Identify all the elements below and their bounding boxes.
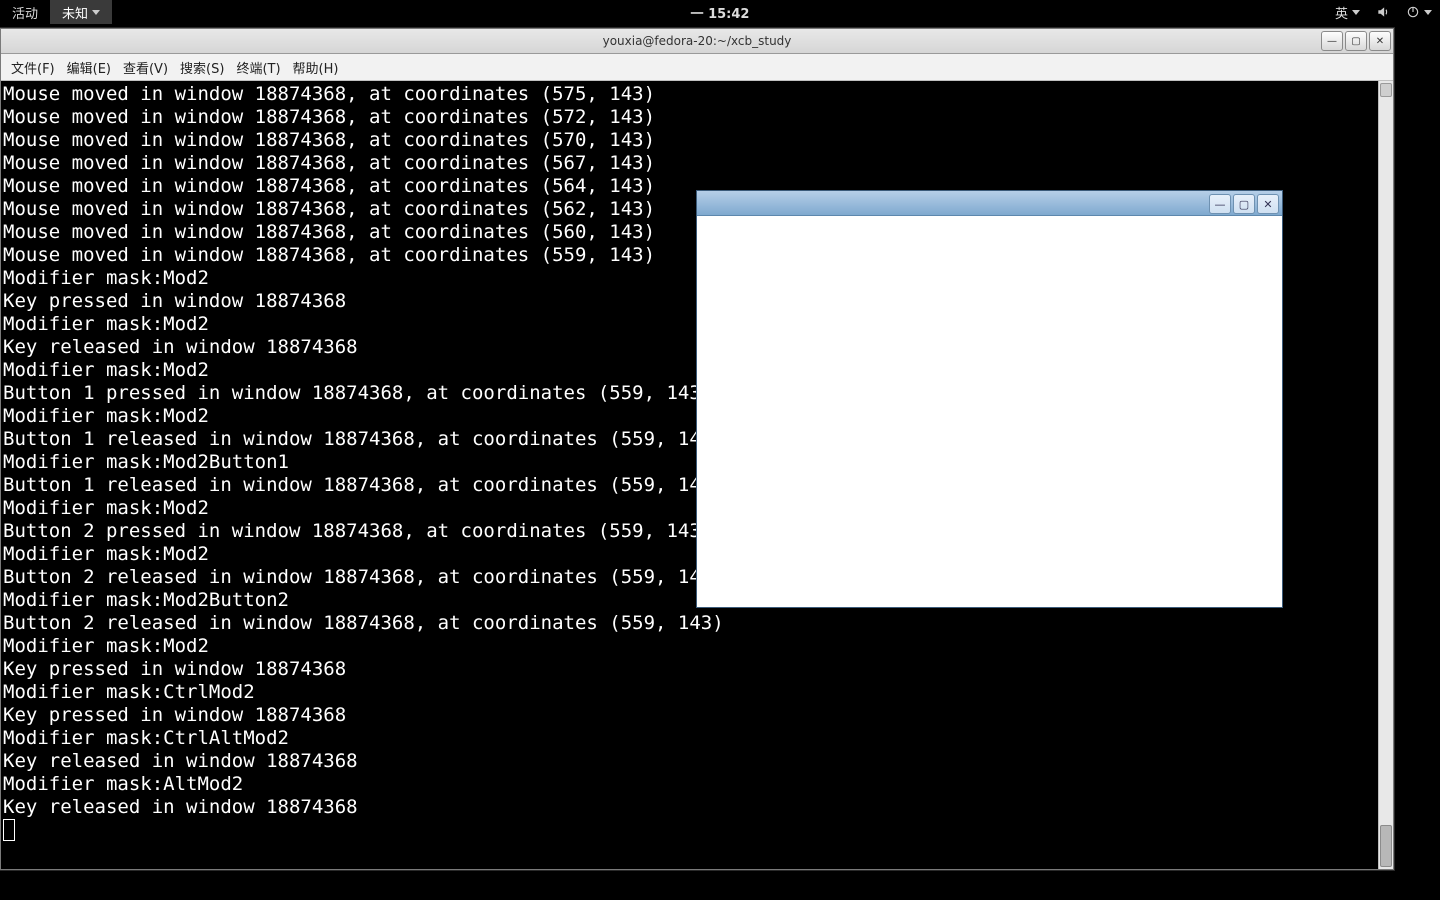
power-icon[interactable] — [1398, 5, 1440, 19]
app-menu-label: 未知 — [62, 3, 88, 22]
menu-terminal[interactable]: 终端(T) — [230, 58, 286, 77]
menu-search[interactable]: 搜索(S) — [174, 58, 230, 77]
ime-label: 英 — [1335, 3, 1348, 22]
scrollbar-thumb[interactable] — [1380, 825, 1392, 867]
terminal-scrollbar[interactable] — [1378, 81, 1393, 869]
ime-indicator[interactable]: 英 — [1327, 3, 1368, 22]
menu-help[interactable]: 帮助(H) — [287, 58, 345, 77]
terminal-title: youxia@fedora-20:~/xcb_study — [603, 34, 792, 48]
maximize-button[interactable]: ▢ — [1233, 194, 1255, 214]
terminal-menubar: 文件(F) 编辑(E) 查看(V) 搜索(S) 终端(T) 帮助(H) — [1, 54, 1393, 81]
chevron-down-icon — [92, 10, 100, 15]
close-button[interactable]: ✕ — [1369, 31, 1391, 51]
app-menu-button[interactable]: 未知 — [50, 0, 112, 24]
menu-view[interactable]: 查看(V) — [117, 58, 174, 77]
activities-button[interactable]: 活动 — [0, 0, 50, 24]
minimize-button[interactable]: — — [1209, 194, 1231, 214]
chevron-down-icon — [1424, 10, 1432, 15]
close-button[interactable]: ✕ — [1257, 194, 1279, 214]
clock[interactable]: 一 15:42 — [691, 3, 750, 22]
top-panel: 活动 未知 一 15:42 英 — [0, 0, 1440, 24]
menu-file[interactable]: 文件(F) — [5, 58, 61, 77]
volume-icon[interactable] — [1368, 5, 1398, 19]
minimize-button[interactable]: — — [1321, 31, 1343, 51]
x-test-window[interactable]: — ▢ ✕ — [696, 190, 1283, 608]
chevron-down-icon — [1352, 10, 1360, 15]
scrollbar-stepper-up[interactable] — [1380, 83, 1392, 97]
terminal-cursor — [3, 819, 15, 841]
terminal-titlebar[interactable]: youxia@fedora-20:~/xcb_study — ▢ ✕ — [1, 29, 1393, 54]
maximize-button[interactable]: ▢ — [1345, 31, 1367, 51]
x-test-titlebar[interactable]: — ▢ ✕ — [697, 191, 1282, 216]
menu-edit[interactable]: 编辑(E) — [61, 58, 117, 77]
